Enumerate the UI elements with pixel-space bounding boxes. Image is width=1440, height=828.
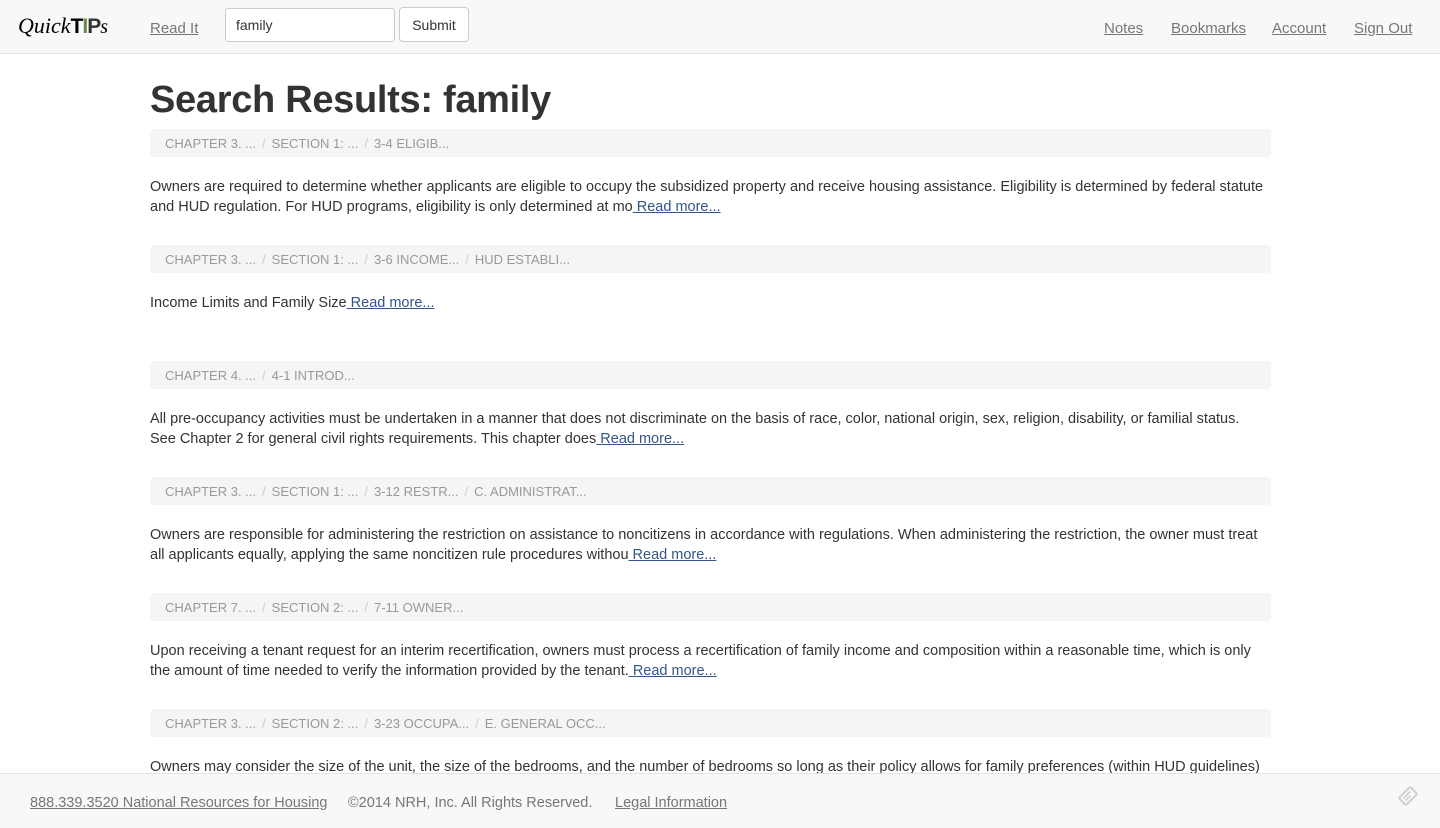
breadcrumb-separator: / [262,483,266,499]
read-more-link[interactable]: Read more... [633,199,721,215]
search-input[interactable] [225,8,395,42]
result-snippet-text: Income Limits and Family Size [150,295,347,311]
result-snippet: All pre-occupancy activities must be und… [150,409,1271,449]
result-breadcrumb: Chapter 3. ... / Section 1: ... / 3-6 Income… [150,245,1271,273]
breadcrumb-separator: / [364,251,368,267]
breadcrumb-item[interactable]: 3-23 Occupa... [374,716,469,731]
footer: 888.339.3520 National Resources for Hous… [0,773,1440,828]
breadcrumb-item[interactable]: Section 2: ... [272,716,359,731]
breadcrumb-item[interactable]: Chapter 3. ... [165,136,256,151]
nrh-phone-link[interactable]: 888.339.3520 National Resources for Hous… [30,795,327,811]
breadcrumb-item[interactable]: Chapter 4. ... [165,368,256,383]
breadcrumb-separator: / [262,715,266,731]
read-more-link[interactable]: Read more... [629,547,717,563]
breadcrumb-item[interactable]: 4-1 Introd... [272,368,355,383]
breadcrumb-item[interactable]: Chapter 3. ... [165,484,256,499]
result-snippet: Income Limits and Family Size Read more.… [150,293,1271,313]
breadcrumb-item[interactable]: Chapter 3. ... [165,716,256,731]
feedback-icon[interactable] [1394,782,1422,810]
search-result-item: Chapter 4. ... / 4-1 Introd... All pre-occu… [150,361,1271,477]
breadcrumb-separator: / [364,599,368,615]
logo-t-letter: T [70,15,84,38]
breadcrumb-separator: / [364,135,368,151]
read-more-link[interactable]: Read more... [629,663,717,679]
result-snippet-text: All pre-occupancy activities must be und… [150,411,1240,447]
result-breadcrumb: Chapter 4. ... / 4-1 Introd... [150,361,1271,389]
logo-s-letter: s [100,16,109,38]
breadcrumb-separator: / [262,251,266,267]
copyright-text: ©2014 NRH, Inc. All Rights Reserved. [348,795,593,811]
quicktips-logo[interactable]: QuickTIPs [18,13,108,39]
submit-button[interactable]: Submit [399,7,469,42]
result-breadcrumb: Chapter 3. ... / Section 1: ... / 3-4 Eligib… [150,129,1271,157]
notes-link[interactable]: Notes [1104,20,1143,37]
result-breadcrumb: Chapter 3. ... / Section 1: ... / 3-12 Restr… [150,477,1271,505]
breadcrumb-item[interactable]: C. Administrat... [474,484,586,499]
breadcrumb-separator: / [364,715,368,731]
breadcrumb-separator: / [262,367,266,383]
breadcrumb-item[interactable]: 3-12 Restr... [374,484,459,499]
result-snippet: Owners are required to determine whether… [150,177,1271,217]
logo-quick-text: Quick [18,13,71,38]
breadcrumb-item[interactable]: Section 2: ... [272,600,359,615]
breadcrumb-item[interactable]: E. General Occ... [485,716,606,731]
breadcrumb-item[interactable]: Chapter 3. ... [165,252,256,267]
breadcrumb-separator: / [262,599,266,615]
result-snippet: Owners are responsible for administering… [150,525,1271,565]
sign-out-link[interactable]: Sign Out [1354,20,1412,37]
result-breadcrumb: Chapter 7. ... / Section 2: ... / 7-11 Owner… [150,593,1271,621]
result-breadcrumb: Chapter 3. ... / Section 2: ... / 3-23 Occup… [150,709,1271,737]
search-result-item: Chapter 3. ... / Section 1: ... / 3-4 Eligib… [150,129,1271,245]
search-result-item: Chapter 3. ... / Section 1: ... / 3-6 Income… [150,245,1271,361]
read-more-link[interactable]: Read more... [347,295,435,311]
search-result-item: Chapter 3. ... / Section 1: ... / 3-12 Restr… [150,477,1271,593]
result-snippet: Upon receiving a tenant request for an i… [150,641,1271,681]
search-result-item: Chapter 7. ... / Section 2: ... / 7-11 Owner… [150,593,1271,709]
breadcrumb-separator: / [465,251,469,267]
page-title: Search Results: family [150,79,552,121]
breadcrumb-item[interactable]: Section 1: ... [272,136,359,151]
breadcrumb-item[interactable]: 3-4 Eligib... [374,136,449,151]
breadcrumb-item[interactable]: Section 1: ... [272,484,359,499]
breadcrumb-item[interactable]: 7-11 Owner... [374,600,463,615]
bookmarks-link[interactable]: Bookmarks [1171,20,1246,37]
breadcrumb-item[interactable]: Chapter 7. ... [165,600,256,615]
breadcrumb-item[interactable]: HUD Establi... [475,252,570,267]
account-link[interactable]: Account [1272,20,1326,37]
read-it-link[interactable]: Read It [150,20,198,37]
logo-p-letter: P [87,15,101,38]
breadcrumb-separator: / [464,483,469,499]
top-navbar: QuickTIPs Read It Submit Notes Bookmarks… [0,0,1440,54]
breadcrumb-separator: / [262,135,266,151]
legal-information-link[interactable]: Legal Information [615,795,727,811]
breadcrumb-item[interactable]: Section 1: ... [272,252,359,267]
search-results-list: Chapter 3. ... / Section 1: ... / 3-4 Eligib… [150,129,1271,825]
breadcrumb-separator: / [364,483,368,499]
breadcrumb-separator: / [475,715,479,731]
breadcrumb-item[interactable]: 3-6 Income... [374,252,459,267]
read-more-link[interactable]: Read more... [596,431,684,447]
